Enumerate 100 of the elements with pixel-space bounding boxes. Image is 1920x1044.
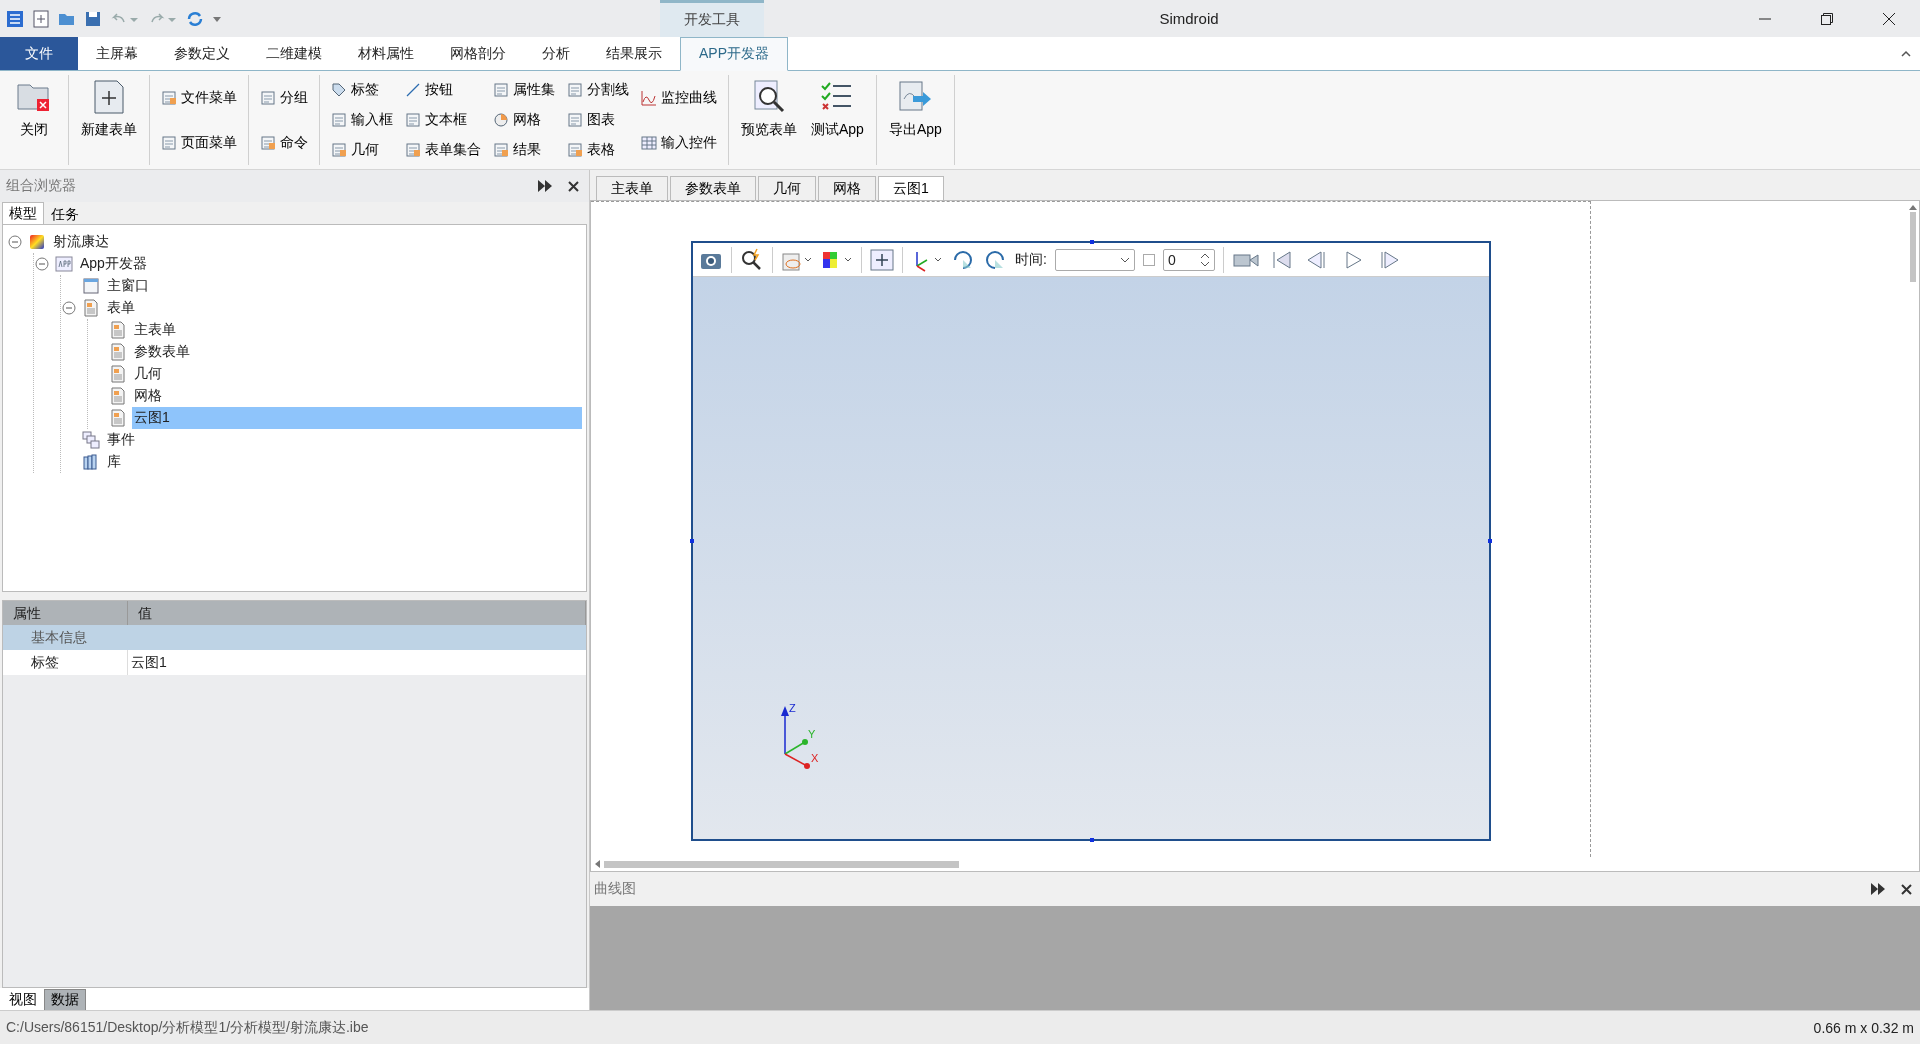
property-name: 标签 (3, 650, 128, 675)
ribbon-button[interactable]: 导出App (884, 75, 946, 165)
resize-handle[interactable] (1488, 539, 1492, 543)
ribbon-button[interactable]: 表单集合 (402, 139, 484, 161)
ribbon-button[interactable]: 分割线 (564, 79, 632, 101)
books-icon (82, 453, 100, 471)
magnifier-icon (751, 79, 787, 115)
close-icon[interactable] (1901, 883, 1912, 895)
panel-tab[interactable]: 数据 (44, 989, 86, 1010)
ribbon-button[interactable]: 结果 (490, 139, 558, 161)
ribbon-button[interactable]: 关闭 (8, 75, 60, 165)
tree-item[interactable]: 表单 (105, 297, 582, 319)
resize-handle[interactable] (1090, 838, 1094, 842)
save-icon[interactable] (84, 9, 102, 28)
fit-view-icon[interactable] (870, 247, 894, 272)
restore-icon (1821, 12, 1833, 25)
tree-item[interactable]: 网格 (132, 385, 582, 407)
collapse-icon[interactable] (62, 301, 76, 315)
curve-icon (641, 89, 657, 106)
ribbon-button[interactable]: 命令 (257, 131, 311, 154)
ribbon-button[interactable]: 属性集 (490, 79, 558, 101)
ribbon-button[interactable]: 预览表单 (737, 75, 801, 165)
form-icon (82, 299, 100, 317)
panel-tab[interactable]: 任务 (44, 204, 86, 224)
ribbon-button[interactable]: 监控曲线 (638, 86, 720, 109)
app-logo-icon[interactable] (6, 9, 24, 28)
table-icon (641, 134, 657, 151)
refresh-icon[interactable] (186, 9, 204, 28)
tree-item[interactable]: 参数表单 (132, 341, 582, 363)
property-value[interactable]: 云图1 (128, 650, 586, 675)
ribbon-button[interactable]: 文本框 (402, 109, 484, 131)
panel-tab[interactable]: 模型 (2, 202, 44, 224)
spin-arrows-icon[interactable] (1199, 252, 1210, 267)
scroll-left-icon[interactable] (595, 860, 600, 868)
gradient-cube-icon (28, 233, 46, 251)
form-icon (109, 365, 127, 383)
tree-item[interactable]: 事件 (105, 429, 582, 451)
ribbon-tab[interactable]: APP开发器 (680, 37, 788, 71)
ribbon-button[interactable]: 分组 (257, 86, 311, 109)
ribbon-button[interactable]: 网格 (490, 109, 558, 131)
close-icon[interactable] (568, 180, 579, 192)
window-icon (161, 89, 177, 106)
scroll-up-icon[interactable] (1909, 205, 1917, 210)
ribbon-button[interactable]: 页面菜单 (158, 131, 240, 154)
tree-item[interactable]: 库 (105, 451, 582, 473)
window-icon (161, 134, 177, 151)
document-tab[interactable]: 参数表单 (670, 176, 756, 200)
pin-arrows-icon[interactable] (1871, 883, 1885, 895)
slash-icon (405, 82, 421, 98)
collapse-icon[interactable] (8, 235, 22, 249)
form-icon (109, 409, 127, 427)
panel-title: 曲线图 (594, 880, 636, 898)
ribbon-button[interactable]: 标签 (328, 79, 396, 101)
tree-item[interactable]: 主表单 (132, 319, 582, 341)
new-file-icon[interactable] (32, 9, 50, 28)
ribbon-button[interactable]: 按钮 (402, 79, 484, 101)
axis-triad-drawing: Z Y X (773, 702, 823, 772)
close-icon (1882, 11, 1896, 26)
collapse-icon[interactable] (35, 257, 49, 271)
context-tab-label: 开发工具 (660, 0, 764, 37)
property-section: 基本信息 (3, 625, 586, 650)
document-tab[interactable]: 主表单 (596, 176, 668, 200)
ribbon-button[interactable]: 几何 (328, 139, 396, 161)
file-menu-button[interactable]: 文件 (0, 37, 78, 70)
pie-chart-icon (493, 112, 509, 128)
tree-item[interactable]: 云图1 (132, 407, 582, 429)
form-icon (109, 321, 127, 339)
pin-arrows-icon[interactable] (538, 180, 552, 192)
chevron-down-icon (1119, 256, 1130, 263)
time-label: 时间: (1015, 250, 1047, 269)
resize-handle[interactable] (690, 539, 694, 543)
form-icon (109, 387, 127, 405)
document-tab[interactable]: 网格 (818, 176, 876, 200)
tree-item[interactable]: App开发器 (78, 253, 582, 275)
ribbon-button[interactable]: 表格 (564, 139, 632, 161)
new-form-icon (91, 79, 127, 115)
model-size: 0.66 m x 0.32 m (1813, 1019, 1914, 1036)
tree-item[interactable]: 几何 (132, 363, 582, 385)
document-tab[interactable]: 云图1 (878, 176, 944, 200)
ribbon-button[interactable]: 新建表单 (77, 75, 141, 165)
tag-icon (331, 82, 347, 98)
tree-item[interactable]: 射流康达 (51, 231, 582, 253)
resize-handle[interactable] (1090, 240, 1094, 244)
document-tab[interactable]: 几何 (758, 176, 816, 200)
file-path: C:/Users/86151/Desktop/分析模型1/分析模型/射流康达.ibe (6, 1018, 369, 1037)
ribbon-button[interactable]: 图表 (564, 109, 632, 131)
ribbon-button[interactable]: 输入控件 (638, 131, 720, 154)
app-icon (55, 255, 73, 273)
ribbon-button[interactable]: 文件菜单 (158, 86, 240, 109)
frame-value: 0 (1167, 251, 1176, 268)
ribbon-button[interactable]: 输入框 (328, 109, 396, 131)
tree-item[interactable]: 主窗口 (105, 275, 582, 297)
frame-spinbox[interactable]: 0 (1162, 248, 1215, 271)
time-dropdown[interactable] (1054, 248, 1135, 271)
window-title: Simdroid (1158, 10, 1220, 27)
stacked-windows-icon (82, 431, 100, 449)
ribbon-button[interactable]: 测试App (807, 75, 868, 165)
form-icon (109, 343, 127, 361)
frame-checkbox[interactable] (1142, 253, 1155, 266)
panel-title: 组合浏览器 (6, 177, 76, 195)
